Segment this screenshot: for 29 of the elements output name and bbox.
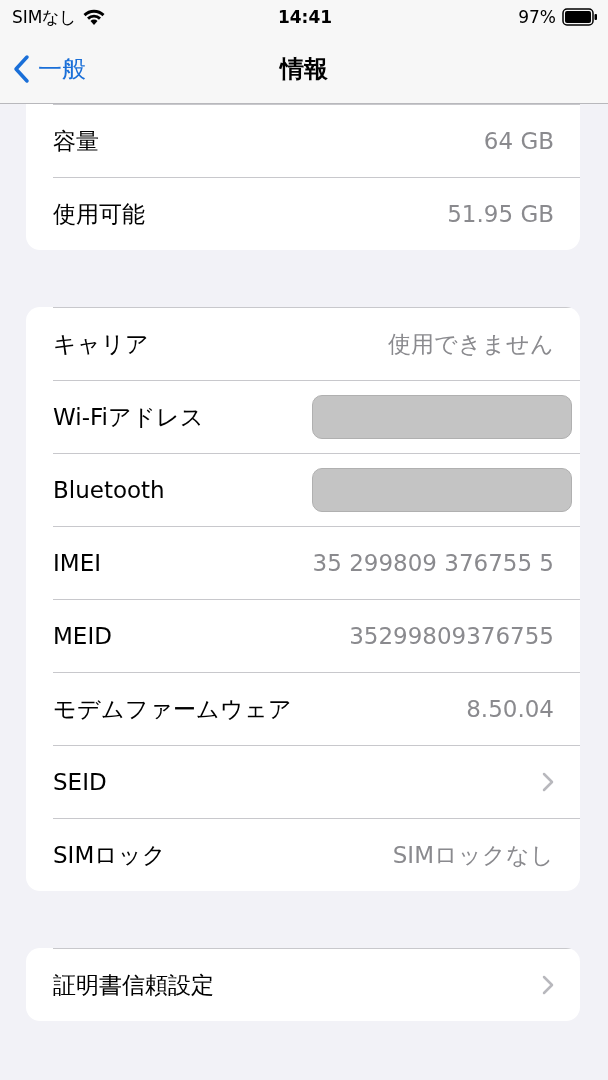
row-value: 使用できません — [388, 329, 554, 359]
wifi-icon — [82, 8, 107, 26]
battery-percent: 97% — [518, 7, 556, 27]
row-value: SIMロックなし — [392, 840, 554, 870]
row-value: 35 299809 376755 5 — [312, 550, 554, 576]
chevron-icon — [542, 975, 554, 995]
chevron-icon — [542, 772, 554, 792]
row-value: 35299809376755 — [349, 623, 554, 649]
row-label: SEID — [53, 769, 107, 795]
row-label: 使用可能 — [53, 199, 145, 229]
row-value: 64 GB — [483, 128, 554, 154]
settings-row[interactable]: SEID — [53, 745, 580, 818]
clock-time: 14:41 — [277, 7, 333, 27]
row-label: SIMロック — [53, 840, 167, 870]
row-label: IMEI — [53, 550, 101, 576]
row-label: 証明書信頼設定 — [53, 970, 214, 1000]
row-label: MEID — [53, 623, 112, 649]
row-label: Wi-Fiアドレス — [53, 402, 204, 432]
row-value: 51.95 GB — [447, 201, 554, 227]
back-button[interactable]: 一般 — [12, 52, 86, 85]
battery-icon — [562, 8, 598, 26]
back-chevron-icon — [12, 53, 30, 84]
carrier-label: SIMなし — [12, 5, 77, 29]
row-label: キャリア — [53, 329, 149, 359]
screen-title: 情報 — [280, 53, 328, 85]
row-label: モデムファームウェア — [53, 694, 292, 724]
row-label: Bluetooth — [53, 477, 165, 503]
row-value: 8.50.04 — [466, 696, 554, 722]
row-label: 容量 — [53, 126, 99, 156]
